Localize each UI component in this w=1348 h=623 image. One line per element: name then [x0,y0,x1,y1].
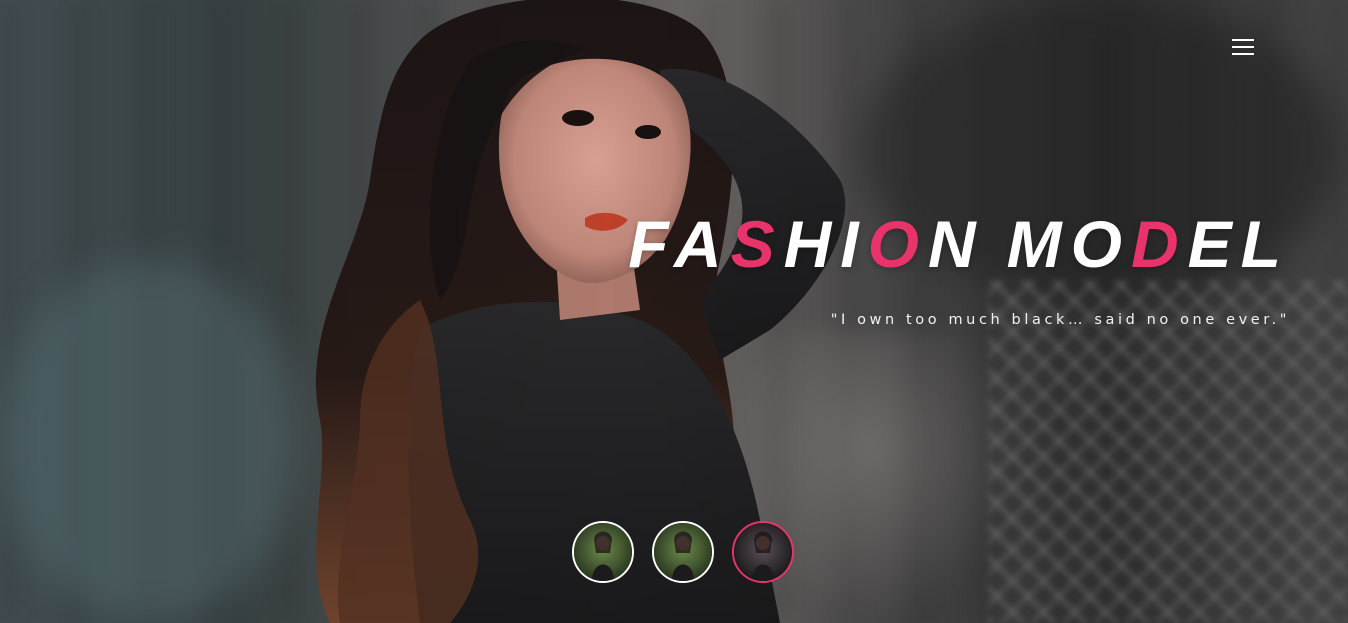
slide-thumbnail-2[interactable] [652,521,714,583]
title-segment: FA [628,207,731,281]
hero-title: FASHION MODEL [628,206,1290,282]
title-accent-letter: S [730,207,784,281]
title-segment: HI [783,207,868,281]
title-segment: N [927,207,985,281]
title-accent-letter: D [1130,207,1188,281]
menu-line [1232,53,1254,55]
slide-thumbnail-1[interactable] [572,521,634,583]
title-segment: MO [1006,207,1131,281]
title-segment: EL [1187,207,1290,281]
hamburger-menu-icon[interactable] [1230,36,1258,58]
menu-line [1232,39,1254,41]
hero-tagline: "I own too much black… said no one ever.… [830,312,1290,328]
slide-thumbnail-3[interactable] [732,521,794,583]
menu-line [1232,46,1254,48]
title-segment [985,206,1007,282]
title-accent-letter: O [867,207,928,281]
slider-thumbnails [572,521,794,583]
hero-section: FASHION MODEL "I own too much black… sai… [0,0,1348,623]
